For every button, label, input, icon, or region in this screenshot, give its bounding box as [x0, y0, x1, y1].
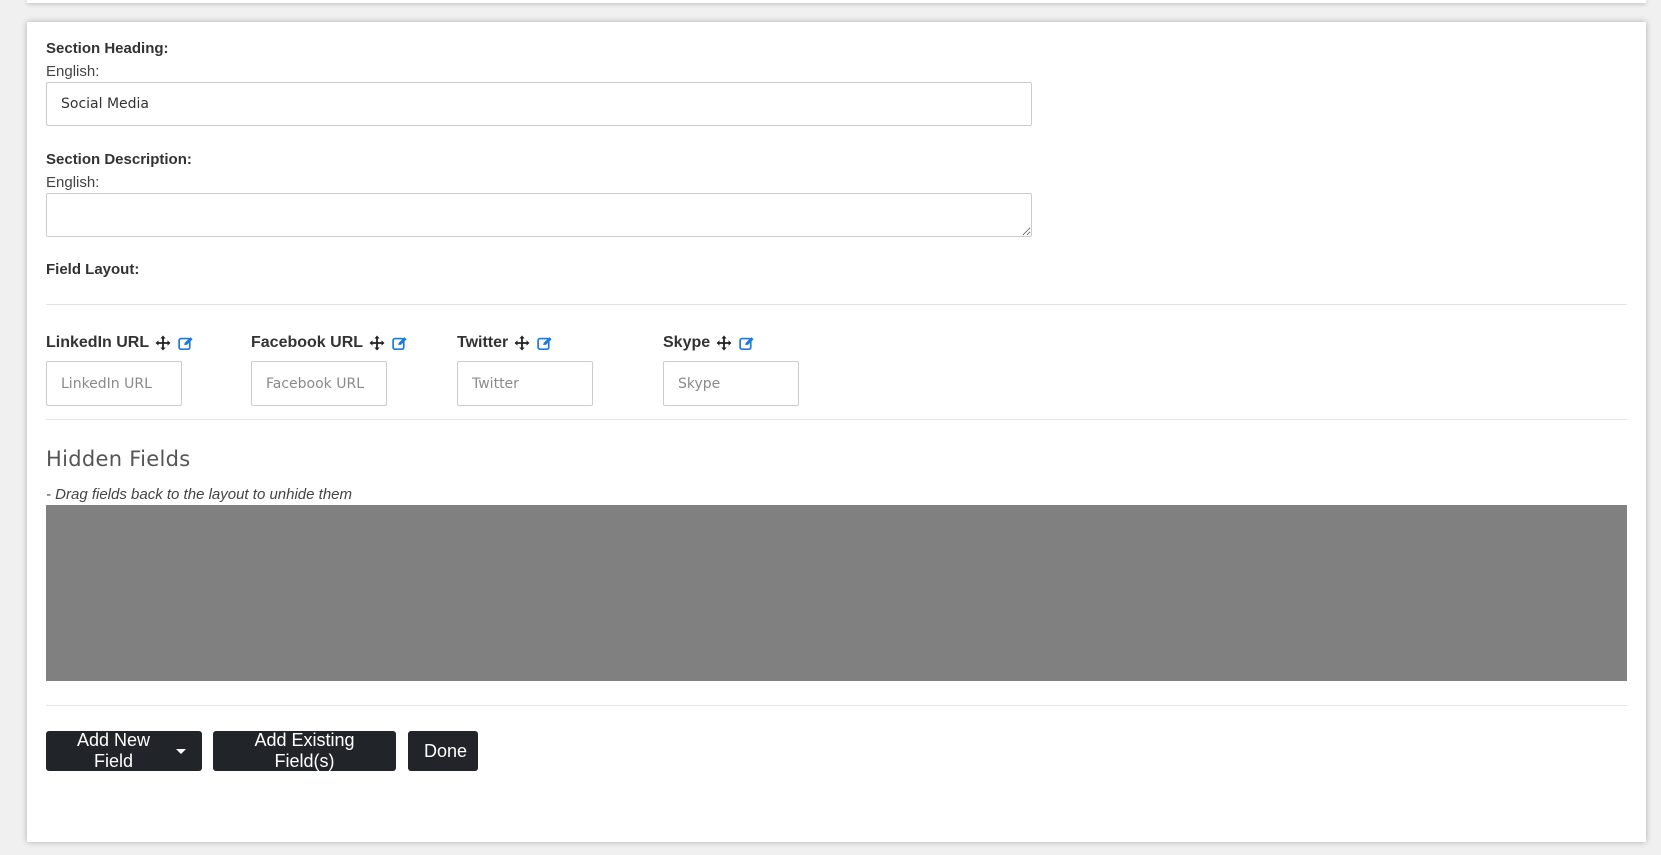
divider [46, 304, 1627, 305]
edit-icon[interactable] [391, 335, 408, 352]
section-heading-input[interactable] [46, 82, 1032, 126]
section-heading-language-label: English: [46, 63, 100, 80]
edit-icon[interactable] [738, 335, 755, 352]
field-label: Twitter [457, 334, 509, 351]
hidden-fields-heading: Hidden Fields [46, 447, 191, 471]
divider [46, 419, 1627, 420]
add-new-field-button[interactable]: Add New Field [46, 730, 202, 771]
layout-field-skype[interactable]: Skype [663, 329, 799, 406]
move-icon[interactable] [715, 334, 733, 352]
hidden-fields-drop-zone[interactable] [46, 505, 1627, 681]
add-existing-fields-button[interactable]: Add Existing Field(s) [213, 730, 396, 771]
section-description-label: Section Description: [46, 151, 192, 168]
section-heading-label: Section Heading: [46, 40, 169, 57]
move-icon[interactable] [368, 334, 386, 352]
field-label: Skype [663, 334, 711, 351]
section-description-language-label: English: [46, 174, 100, 191]
field-label: LinkedIn URL [46, 334, 150, 351]
section-editor-panel: Section Heading: English: Section Descri… [27, 22, 1646, 842]
caret-down-icon [176, 748, 186, 754]
field-layout-label: Field Layout: [46, 261, 140, 278]
add-new-field-label: Add New Field [76, 730, 151, 771]
move-icon[interactable] [513, 334, 531, 352]
edit-icon[interactable] [536, 335, 553, 352]
move-icon[interactable] [154, 334, 172, 352]
previous-panel-edge [27, 0, 1646, 3]
twitter-input[interactable] [457, 361, 593, 406]
divider [46, 705, 1627, 706]
edit-icon[interactable] [177, 335, 194, 352]
field-label: Facebook URL [251, 334, 364, 351]
linkedin-url-input[interactable] [46, 361, 182, 406]
facebook-url-input[interactable] [251, 361, 387, 406]
skype-input[interactable] [663, 361, 799, 406]
hidden-fields-hint: - Drag fields back to the layout to unhi… [46, 486, 353, 503]
layout-field-twitter[interactable]: Twitter [457, 329, 593, 406]
done-button[interactable]: Done [408, 731, 478, 771]
layout-field-linkedin[interactable]: LinkedIn URL [46, 329, 194, 406]
section-description-textarea[interactable] [46, 193, 1032, 237]
layout-field-facebook[interactable]: Facebook URL [251, 329, 408, 406]
